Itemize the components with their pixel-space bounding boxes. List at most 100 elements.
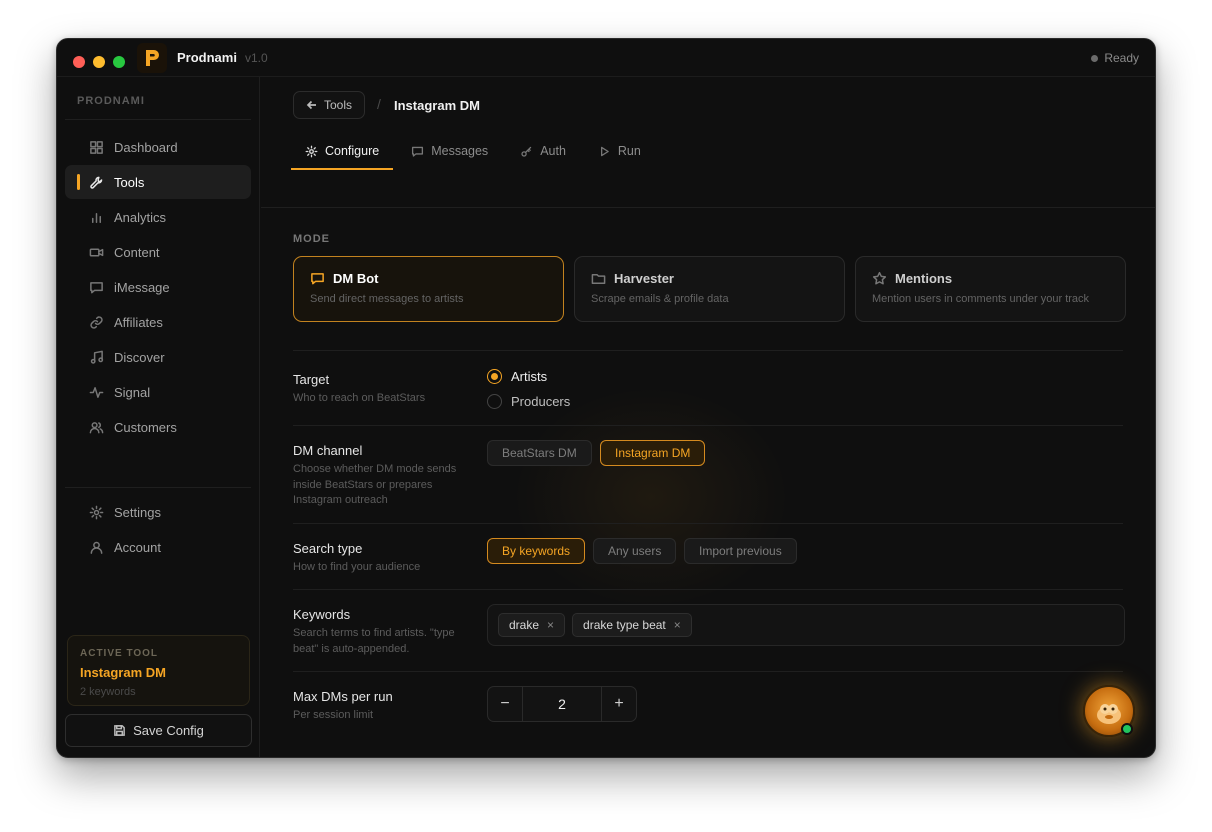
sidebar-item-discover[interactable]: Discover (65, 340, 251, 374)
user-icon (90, 541, 103, 554)
sidebar-item-signal[interactable]: Signal (65, 375, 251, 409)
mode-card-description: Send direct messages to artists (310, 293, 464, 305)
tab-label: Messages (431, 144, 489, 158)
app-version: v1.0 (245, 51, 268, 65)
activity-icon (89, 386, 104, 398)
gear-icon (305, 145, 318, 157)
sidebar-item-content[interactable]: Content (65, 235, 251, 269)
search-type-description: How to find your audience (293, 561, 421, 573)
back-to-tools-button[interactable]: Tools (293, 91, 366, 119)
remove-keyword-icon[interactable]: × (674, 618, 681, 632)
close-window-button[interactable] (73, 56, 85, 68)
tabs-divider (261, 207, 1155, 208)
sidebar-item-label: Account (114, 539, 161, 555)
remove-keyword-icon[interactable]: × (547, 618, 554, 632)
arrow-left-icon (306, 100, 316, 110)
users-icon (89, 421, 104, 433)
sidebar-item-label: Affiliates (114, 314, 163, 330)
active-tool-card: ACTIVE TOOL Instagram DM 2 keywords (67, 635, 250, 706)
message-icon (412, 146, 424, 157)
sidebar-item-analytics[interactable]: Analytics (65, 200, 251, 234)
tab-auth[interactable]: Auth (506, 133, 580, 169)
sidebar: PRODNAMI Dashboard Tools Analytics Conte… (57, 77, 260, 757)
decrement-button[interactable]: − (488, 687, 522, 721)
status-dot-icon (1091, 54, 1099, 62)
max-dms-stepper: − 2 + (487, 686, 637, 722)
increment-button[interactable]: + (602, 687, 636, 721)
sidebar-item-customers[interactable]: Customers (65, 410, 251, 444)
max-dms-value[interactable]: 2 (522, 687, 602, 721)
target-description: Who to reach on BeatStars (293, 392, 426, 404)
search-type-any-users-button[interactable]: Any users (593, 538, 677, 564)
keywords-title: Keywords (293, 607, 351, 622)
radio-button (487, 394, 502, 409)
max-dms-description: Per session limit (293, 709, 374, 721)
sidebar-item-label: Tools (114, 174, 145, 190)
message-icon (311, 273, 324, 285)
mode-card-mentions[interactable]: Mentions Mention users in comments under… (855, 256, 1126, 322)
title-bar: Prodnami v1.0 Ready (57, 39, 1155, 77)
target-radio-producers[interactable]: Producers (487, 394, 570, 409)
tab-label: Configure (325, 144, 380, 158)
sidebar-brand: PRODNAMI (77, 95, 145, 107)
search-type-title: Search type (293, 541, 363, 556)
max-dms-title: Max DMs per run (293, 689, 393, 704)
message-icon (90, 281, 103, 293)
keyword-chip-label: drake type beat (583, 618, 666, 632)
gear-icon (89, 505, 104, 519)
search-type-import-previous-button[interactable]: Import previous (684, 538, 797, 564)
row-divider (293, 589, 1123, 590)
keywords-input[interactable]: drake × drake type beat × (487, 604, 1125, 646)
dm-channel-beatstars-button[interactable]: BeatStars DM (487, 440, 592, 466)
mode-card-dm-bot[interactable]: DM Bot Send direct messages to artists (293, 256, 564, 322)
radio-button (487, 369, 502, 384)
target-title: Target (293, 372, 330, 387)
tab-messages[interactable]: Messages (397, 133, 502, 169)
app-window: Prodnami v1.0 Ready PRODNAMI Dashboard T… (56, 38, 1156, 758)
logo-icon (146, 50, 159, 66)
tab-configure[interactable]: Configure (291, 133, 394, 170)
sidebar-divider (65, 487, 251, 488)
radio-label: Producers (511, 394, 571, 409)
row-divider (293, 350, 1123, 351)
dm-channel-instagram-button[interactable]: Instagram DM (600, 440, 706, 466)
mode-selector: DM Bot Send direct messages to artists H… (293, 256, 1126, 322)
save-config-button[interactable]: Save Config (65, 714, 252, 747)
sidebar-item-label: Analytics (114, 209, 167, 225)
sidebar-item-account[interactable]: Account (65, 530, 251, 564)
sidebar-divider (65, 119, 251, 120)
app-title: Prodnami (177, 50, 237, 65)
row-divider (293, 671, 1123, 672)
tab-label: Run (617, 144, 641, 158)
status-indicator: Ready (1091, 51, 1139, 65)
background-glow (501, 377, 801, 617)
sidebar-item-label: Settings (114, 504, 161, 520)
keywords-description: Search terms to find artists. "type beat… (293, 627, 455, 655)
sidebar-item-imessage[interactable]: iMessage (65, 270, 251, 304)
maximize-window-button[interactable] (113, 56, 125, 68)
target-radio-artists[interactable]: Artists (487, 369, 547, 384)
active-tool-name: Instagram DM (80, 665, 166, 680)
tab-run[interactable]: Run (584, 133, 655, 169)
grid-icon (90, 140, 103, 154)
save-icon (114, 725, 125, 736)
sidebar-item-label: Dashboard (114, 139, 178, 155)
mode-card-title: Mentions (895, 271, 953, 286)
minimize-window-button[interactable] (93, 56, 105, 68)
mode-card-description: Mention users in comments under your tra… (872, 293, 1090, 305)
mode-section-label: MODE (293, 233, 330, 245)
radio-label: Artists (511, 369, 548, 384)
sidebar-item-dashboard[interactable]: Dashboard (65, 130, 251, 164)
dm-channel-description: Choose whether DM mode sends inside Beat… (293, 463, 457, 506)
row-divider (293, 523, 1123, 524)
bar-chart-icon (92, 212, 101, 223)
mode-card-title: DM Bot (333, 271, 379, 286)
sidebar-item-tools[interactable]: Tools (65, 165, 251, 199)
wrench-icon (90, 176, 103, 189)
tab-label: Auth (540, 144, 566, 158)
mode-card-harvester[interactable]: Harvester Scrape emails & profile data (574, 256, 845, 322)
sidebar-item-settings[interactable]: Settings (65, 495, 251, 529)
search-type-keywords-button[interactable]: By keywords (487, 538, 586, 564)
sidebar-item-affiliates[interactable]: Affiliates (65, 305, 251, 339)
app-logo (137, 43, 167, 73)
